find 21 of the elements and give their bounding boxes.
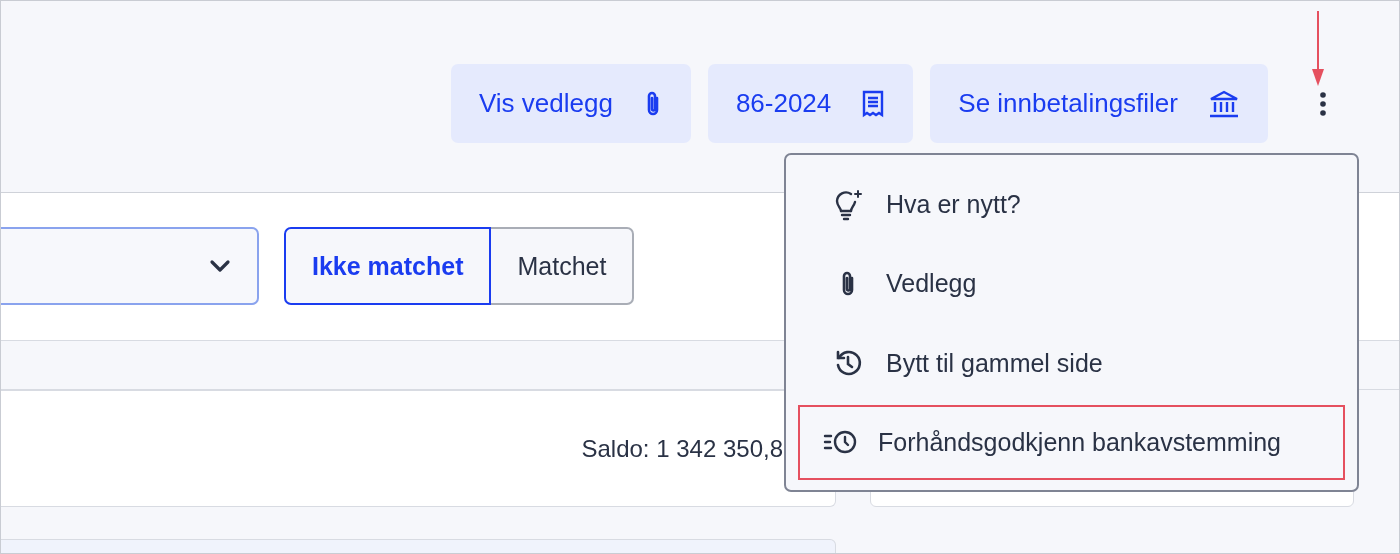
toggle-option[interactable]: Matchet [491, 227, 635, 305]
header-button[interactable]: 86-2024 [707, 64, 914, 143]
receipt-icon [861, 89, 886, 118]
dropdown-field[interactable] [1, 227, 259, 305]
menu-item[interactable]: Bytt til gammel side [798, 323, 1345, 403]
balance-text: Saldo: 1 342 350,8 [581, 434, 783, 463]
history-icon [834, 349, 862, 378]
toggle-option[interactable]: Ikke matchet [284, 227, 492, 305]
fast-clock-icon [823, 429, 857, 456]
menu-item-label: Vedlegg [886, 269, 977, 299]
lightbulb-icon [833, 188, 863, 221]
menu-item-label: Forhåndsgodkjenn bankavstemming [878, 427, 1281, 457]
header-button[interactable]: Se innbetalingsfiler [930, 64, 1268, 143]
menu-item[interactable]: Vedlegg [798, 244, 1345, 324]
chevron-down-icon [209, 259, 231, 273]
header-button[interactable]: Vis vedlegg [450, 64, 691, 143]
bank-icon [1208, 89, 1240, 118]
menu-item-label: Hva er nytt? [886, 190, 1021, 220]
menu-item-label: Bytt til gammel side [886, 348, 1103, 378]
menu-item[interactable]: Forhåndsgodkjenn bankavstemming [798, 404, 1345, 480]
menu-item[interactable]: Hva er nytt? [798, 165, 1345, 245]
